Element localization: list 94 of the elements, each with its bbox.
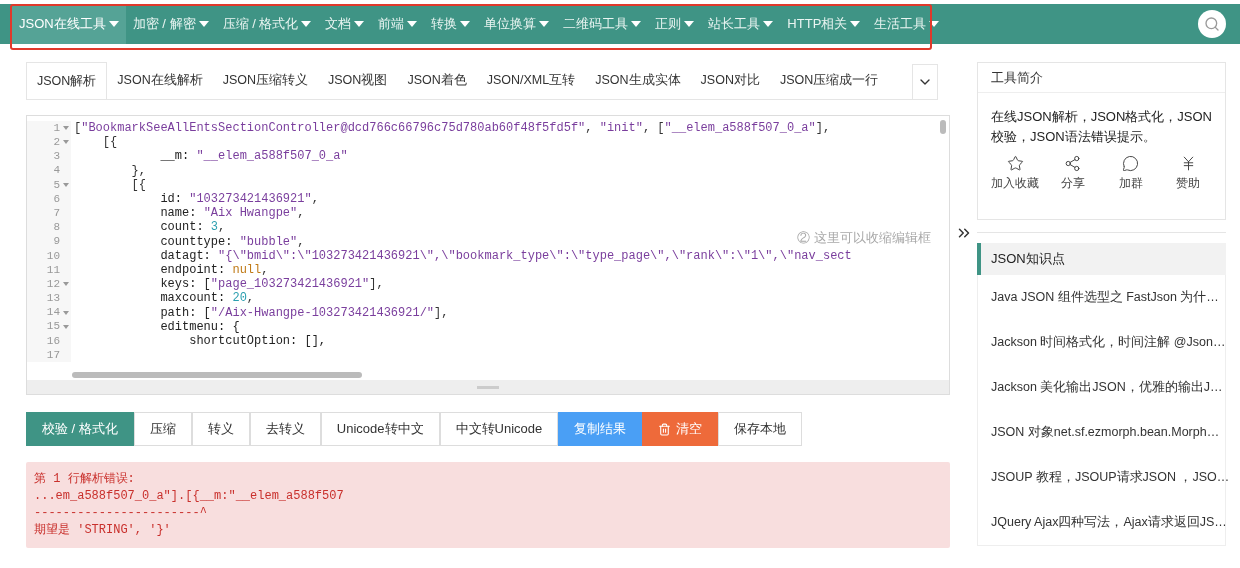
code-line: path: ["/Aix-Hwangpe-103273421436921/"], <box>159 304 449 321</box>
star-icon <box>1006 155 1024 172</box>
caret-icon <box>108 21 119 27</box>
line-number: 12 <box>46 276 60 292</box>
caret-icon <box>631 21 642 27</box>
fold-arrow-icon[interactable] <box>62 324 69 329</box>
tab[interactable]: JSON在线解析 <box>107 62 213 99</box>
intro-action[interactable]: 加群 <box>1106 155 1155 192</box>
caret-icon <box>301 21 312 27</box>
code-line: ["BookmarkSeeAllEntsSectionController@dcd766c66796c75d780ab60f48f5fd5f", "init", ["__elem_a588f507_0_a"], <box>74 120 831 136</box>
article-link[interactable]: Jackson 时间格式化，时间注解 @Json… <box>978 320 1225 365</box>
caret-icon <box>407 21 418 27</box>
fold-arrow-icon[interactable] <box>62 310 69 315</box>
line-number: 17 <box>46 347 60 363</box>
caret-icon <box>198 21 209 27</box>
line-number: 13 <box>46 291 60 307</box>
action-button[interactable]: 去转义 <box>249 412 321 446</box>
tab[interactable]: JSON对比 <box>690 62 770 99</box>
code-line: id: "103273421436921", <box>159 191 319 207</box>
action-button[interactable]: 压缩 <box>133 412 192 446</box>
chat-icon <box>1122 155 1139 172</box>
tab[interactable]: JSON着色 <box>397 62 477 99</box>
article-link[interactable]: JQuery Ajax四种写法，Ajax请求返回JS… <box>978 500 1225 545</box>
code-line: endpoint: null, <box>159 262 269 278</box>
line-number: 7 <box>53 205 60 221</box>
intro-action[interactable]: 分享 <box>1049 155 1097 192</box>
line-number: 16 <box>46 333 60 349</box>
line-number: 6 <box>53 191 60 207</box>
caret-icon <box>850 21 861 27</box>
caret-icon <box>684 21 695 27</box>
action-button[interactable]: 转义 <box>191 412 250 446</box>
action-button[interactable]: 保存本地 <box>718 412 803 446</box>
vertical-scrollbar[interactable] <box>940 120 946 134</box>
line-number: 14 <box>46 305 60 321</box>
line-number: 11 <box>46 262 60 278</box>
line-number: 3 <box>53 149 60 165</box>
fold-arrow-icon[interactable] <box>62 282 69 287</box>
error-line: 第 1 行解析错误: <box>34 471 136 488</box>
fold-arrow-icon[interactable] <box>62 126 69 131</box>
error-line: -----------------------^ <box>34 505 208 522</box>
tab[interactable]: JSON生成实体 <box>585 62 691 99</box>
fold-arrow-icon[interactable] <box>62 140 69 145</box>
trash-icon <box>658 422 672 436</box>
error-line: 期望是 'STRING', '}' <box>34 522 172 539</box>
intro-text: 在线JSON解析，JSON格式化，JSON校验，JSON语法错误提示。 <box>990 108 1213 146</box>
tab[interactable]: JSON压缩成一行 <box>769 62 889 99</box>
article-link[interactable]: JSON 对象net.sf.ezmorph.bean.Morph… <box>978 410 1225 455</box>
caret-icon <box>929 21 940 27</box>
caret-icon <box>539 21 550 27</box>
action-button[interactable]: 校验 / 格式化 <box>26 412 134 446</box>
line-number: 2 <box>53 135 60 151</box>
card-title: 工具简介 <box>978 63 1225 93</box>
line-number: 8 <box>53 220 60 236</box>
fold-arrow-icon[interactable] <box>62 182 69 187</box>
caret-icon <box>354 21 365 27</box>
tab[interactable]: JSON视图 <box>318 62 398 99</box>
code-line: editmenu: { <box>159 319 240 335</box>
tab[interactable]: JSON/XML互转 <box>476 62 586 99</box>
code-line: shortcutOption: [], <box>188 333 327 350</box>
code-line: counttype: "bubble", <box>159 233 305 250</box>
section-header: JSON知识点 <box>977 243 1226 275</box>
search-icon <box>1204 16 1220 32</box>
intro-action[interactable]: 加入收藏 <box>991 155 1039 192</box>
line-number: 9 <box>53 234 60 250</box>
tab[interactable]: JSON压缩转义 <box>212 62 319 99</box>
article-link[interactable]: Java JSON 组件选型之 FastJson 为什… <box>978 275 1225 320</box>
share-icon <box>1064 155 1082 172</box>
caret-icon <box>763 21 774 27</box>
code-line: [{ <box>101 134 118 152</box>
more-tabs-button[interactable] <box>912 64 938 100</box>
code-line: [{ <box>130 177 146 194</box>
line-number: 10 <box>46 248 60 264</box>
code-line: count: 3, <box>159 219 226 236</box>
horizontal-scrollbar[interactable] <box>72 372 362 378</box>
hint-text: ② 这里可以收缩编辑框 <box>797 229 931 247</box>
code-line: maxcount: 20, <box>159 290 255 307</box>
resize-handle[interactable] <box>27 380 949 394</box>
action-button[interactable]: 中文转Unicode <box>439 412 559 446</box>
line-number: 4 <box>53 163 60 179</box>
code-line: name: "Aix Hwangpe", <box>159 205 305 221</box>
code-line: datagt: "{\"bmid\":\"103273421436921\",\"bookmark_type\":\"type_page\",\"rank\":\"1\",\"nav_sect <box>159 248 852 264</box>
intro-action[interactable]: 赞助 <box>1164 155 1212 192</box>
search-button[interactable] <box>1198 10 1226 38</box>
code-line: }, <box>130 162 146 179</box>
tab[interactable]: JSON解析 <box>26 62 108 99</box>
action-button[interactable]: Unicode转中文 <box>320 412 440 446</box>
article-link[interactable]: Jackson 美化输出JSON，优雅的输出J… <box>978 365 1225 410</box>
line-number: 15 <box>46 319 60 335</box>
line-number: 1 <box>53 120 60 136</box>
caret-icon <box>460 21 471 27</box>
error-line: ...em_a588f507_0_a"].[{__m:"__elem_a588f507 <box>34 488 345 505</box>
line-number: 5 <box>53 177 60 193</box>
code-line: __m: "__elem_a588f507_0_a" <box>159 148 348 166</box>
code-line: keys: ["page_103273421436921"], <box>159 276 384 292</box>
